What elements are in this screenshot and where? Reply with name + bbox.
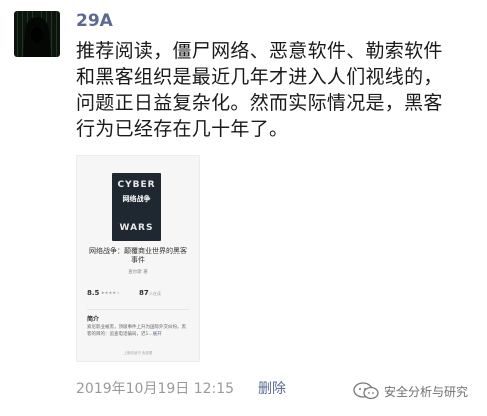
hooded-figure-icon xyxy=(14,11,60,57)
intro-text: 索尼影业被黑，顶级事件上升为国际外交纠纷。黑客的目的：追查电话骗局，迟1...展… xyxy=(87,324,189,338)
book-share-card[interactable]: CYBER 网络战争 WARS 网络战争：颠覆商业世界的黑客事件 查尔斯 著 8… xyxy=(76,155,200,362)
reader-count: 87 xyxy=(139,289,149,297)
book-author: 查尔斯 著 xyxy=(128,270,148,275)
post-line: 行为已经存在几十年了。 xyxy=(76,118,289,140)
wechat-logo-icon xyxy=(353,382,379,400)
avatar[interactable] xyxy=(14,11,60,57)
intro-body: 索尼影业被黑，顶级事件上升为国际外交纠纷。黑客的目的：追查电话骗局，迟1... xyxy=(87,325,186,337)
intro-heading: 简介 xyxy=(87,316,100,323)
rating-stars: ★★★★☆ xyxy=(101,290,120,295)
username[interactable]: 29A xyxy=(76,11,113,31)
timestamp: 2019年10月19日 12:15 xyxy=(76,381,235,397)
post-line: 和黑客组织是最近几年才进入人们视线的， xyxy=(76,66,443,88)
post-text: 推荐阅读，僵尸网络、恶意软件、勒索软件 和黑客组织是最近几年才进入人们视线的， … xyxy=(76,38,480,142)
intro-more-link[interactable]: 展开 xyxy=(153,332,162,337)
book-title: 网络战争：颠覆商业世界的黑客事件 xyxy=(89,247,187,264)
book-cover: CYBER 网络战争 WARS xyxy=(112,173,161,241)
card-footer: 上微信读书 免费看 xyxy=(123,351,153,355)
divider xyxy=(87,309,189,310)
post-line: 问题正日益复杂化。然而实际情况是，黑客 xyxy=(76,92,443,114)
cover-title-en: CYBER xyxy=(117,180,156,190)
reader-count-unit: 人在读 xyxy=(149,291,161,296)
watermark-text: 安全分析与研究 xyxy=(384,384,469,399)
cover-title-en-2: WARS xyxy=(119,223,154,233)
cover-title-cn: 网络战争 xyxy=(122,195,151,203)
rating-score: 8.5 xyxy=(87,289,100,297)
delete-button[interactable]: 删除 xyxy=(258,378,286,398)
watermark: 安全分析与研究 xyxy=(352,381,468,401)
rating-row: 8.5 ★★★★☆ 87 人在读 xyxy=(87,289,189,301)
post-line: 推荐阅读，僵尸网络、恶意软件、勒索软件 xyxy=(76,40,443,62)
